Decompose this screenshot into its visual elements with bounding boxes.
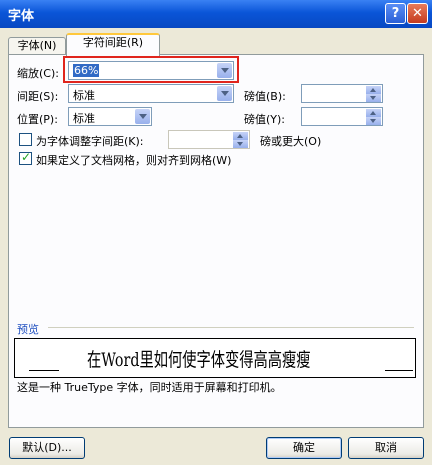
scale-highlight-box bbox=[63, 56, 239, 83]
spin-down-icon[interactable] bbox=[366, 94, 381, 102]
chevron-down-icon[interactable] bbox=[135, 109, 150, 124]
preview-label: 预览 bbox=[17, 323, 39, 336]
close-button[interactable]: ✕ bbox=[407, 3, 428, 24]
position-label: 位置(P): bbox=[17, 113, 58, 126]
preview-underline-right bbox=[385, 370, 413, 371]
title-bar[interactable]: 字体 ? ✕ bbox=[0, 0, 432, 28]
spacing-value: 标准 bbox=[73, 89, 95, 102]
position-select[interactable]: 标准 bbox=[68, 107, 152, 126]
kerning-suffix-label: 磅或更大(O) bbox=[260, 135, 322, 148]
help-icon: ? bbox=[391, 6, 400, 21]
spacing-by-stepper[interactable] bbox=[301, 84, 383, 103]
spin-up-icon[interactable] bbox=[366, 86, 381, 94]
tab-font[interactable]: 字体(N) bbox=[8, 37, 66, 55]
window-title: 字体 bbox=[8, 9, 35, 24]
spin-down-icon[interactable] bbox=[366, 117, 381, 125]
spacing-by-label: 磅值(B): bbox=[244, 90, 286, 103]
cancel-button[interactable]: 取消 bbox=[348, 437, 424, 459]
preview-underline-left bbox=[29, 370, 59, 371]
spin-down-icon[interactable] bbox=[233, 140, 248, 148]
chevron-down-icon[interactable] bbox=[217, 86, 232, 101]
position-by-stepper[interactable] bbox=[301, 107, 383, 126]
spacing-select[interactable]: 标准 bbox=[68, 84, 234, 103]
tab-character-spacing[interactable]: 字符间距(R) bbox=[66, 33, 160, 56]
grid-label: 如果定义了文档网格，则对齐到网格(W) bbox=[36, 154, 232, 167]
spin-up-icon[interactable] bbox=[233, 132, 248, 140]
ok-button[interactable]: 确定 bbox=[266, 437, 342, 459]
scale-label: 缩放(C): bbox=[17, 67, 59, 80]
kerning-checkbox[interactable] bbox=[19, 133, 32, 146]
preview-divider bbox=[48, 327, 414, 328]
preview-box: 在Word里如何使字体变得高高瘦瘦 bbox=[14, 338, 416, 378]
grid-checkbox[interactable] bbox=[19, 150, 32, 165]
position-value: 标准 bbox=[73, 112, 95, 125]
default-button[interactable]: 默认(D)... bbox=[9, 437, 85, 459]
kerning-label: 为字体调整字间距(K): bbox=[36, 135, 144, 148]
close-icon: ✕ bbox=[412, 6, 423, 21]
preview-note: 这是一种 TrueType 字体，同时适用于屏幕和打印机。 bbox=[17, 381, 282, 394]
spacing-label: 间距(S): bbox=[17, 90, 59, 103]
spin-up-icon[interactable] bbox=[366, 109, 381, 117]
position-by-label: 磅值(Y): bbox=[244, 113, 286, 126]
help-button[interactable]: ? bbox=[385, 3, 406, 24]
kerning-stepper[interactable] bbox=[168, 130, 250, 149]
preview-text: 在Word里如何使字体变得高高瘦瘦 bbox=[87, 349, 311, 371]
